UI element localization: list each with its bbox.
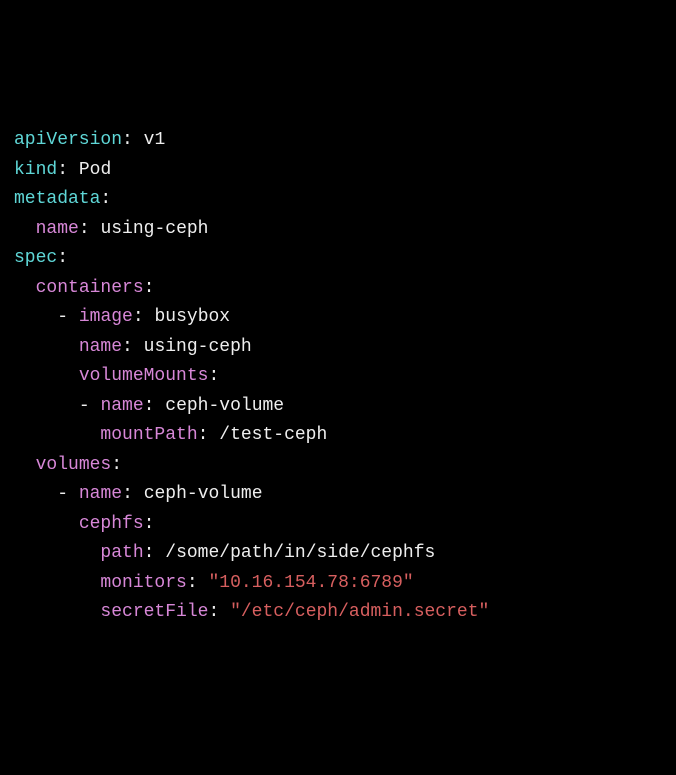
colon: :	[144, 396, 155, 416]
key-kind: kind	[14, 160, 57, 180]
colon: :	[144, 278, 155, 298]
dash: -	[57, 484, 68, 504]
value-image: busybox	[154, 307, 230, 327]
key-vm-name: name	[100, 396, 143, 416]
line-3: metadata:	[14, 189, 111, 209]
line-14: cephfs:	[14, 514, 154, 534]
colon: :	[208, 602, 219, 622]
value-path: /some/path/in/side/cephfs	[165, 543, 435, 563]
line-11: mountPath: /test-ceph	[14, 425, 327, 445]
key-volumeMounts: volumeMounts	[79, 366, 209, 386]
key-container-name: name	[79, 337, 122, 357]
key-containers: containers	[36, 278, 144, 298]
value-kind: Pod	[79, 160, 111, 180]
key-mountPath: mountPath	[100, 425, 197, 445]
key-metadata: metadata	[14, 189, 100, 209]
line-6: containers:	[14, 278, 154, 298]
colon: :	[144, 543, 155, 563]
line-1: apiVersion: v1	[14, 130, 165, 150]
line-13: - name: ceph-volume	[14, 484, 263, 504]
key-vol-name: name	[79, 484, 122, 504]
colon: :	[133, 307, 144, 327]
dash: -	[79, 396, 90, 416]
key-monitors: monitors	[100, 573, 186, 593]
colon: :	[187, 573, 198, 593]
colon: :	[57, 248, 68, 268]
value-container-name: using-ceph	[144, 337, 252, 357]
key-spec: spec	[14, 248, 57, 268]
line-17: secretFile: "/etc/ceph/admin.secret"	[14, 602, 489, 622]
dash: -	[57, 307, 68, 327]
value-monitors: "10.16.154.78:6789"	[208, 573, 413, 593]
key-metadata-name: name	[36, 219, 79, 239]
value-vol-name: ceph-volume	[144, 484, 263, 504]
colon: :	[79, 219, 90, 239]
key-apiVersion: apiVersion	[14, 130, 122, 150]
line-16: monitors: "10.16.154.78:6789"	[14, 573, 414, 593]
line-5: spec:	[14, 248, 68, 268]
colon: :	[100, 189, 111, 209]
value-mountPath: /test-ceph	[219, 425, 327, 445]
colon: :	[208, 366, 219, 386]
colon: :	[198, 425, 209, 445]
key-secretFile: secretFile	[100, 602, 208, 622]
colon: :	[122, 484, 133, 504]
colon: :	[122, 130, 133, 150]
colon: :	[57, 160, 68, 180]
line-12: volumes:	[14, 455, 122, 475]
line-4: name: using-ceph	[14, 219, 208, 239]
colon: :	[122, 337, 133, 357]
line-2: kind: Pod	[14, 160, 111, 180]
line-15: path: /some/path/in/side/cephfs	[14, 543, 435, 563]
value-apiVersion: v1	[144, 130, 166, 150]
key-image: image	[79, 307, 133, 327]
line-9: volumeMounts:	[14, 366, 219, 386]
key-path: path	[100, 543, 143, 563]
value-metadata-name: using-ceph	[100, 219, 208, 239]
colon: :	[111, 455, 122, 475]
line-8: name: using-ceph	[14, 337, 252, 357]
key-volumes: volumes	[36, 455, 112, 475]
colon: :	[144, 514, 155, 534]
key-cephfs: cephfs	[79, 514, 144, 534]
line-10: - name: ceph-volume	[14, 396, 284, 416]
value-secretFile: "/etc/ceph/admin.secret"	[230, 602, 489, 622]
yaml-code-block: apiVersion: v1 kind: Pod metadata: name:…	[14, 126, 662, 628]
line-7: - image: busybox	[14, 307, 230, 327]
value-vm-name: ceph-volume	[165, 396, 284, 416]
